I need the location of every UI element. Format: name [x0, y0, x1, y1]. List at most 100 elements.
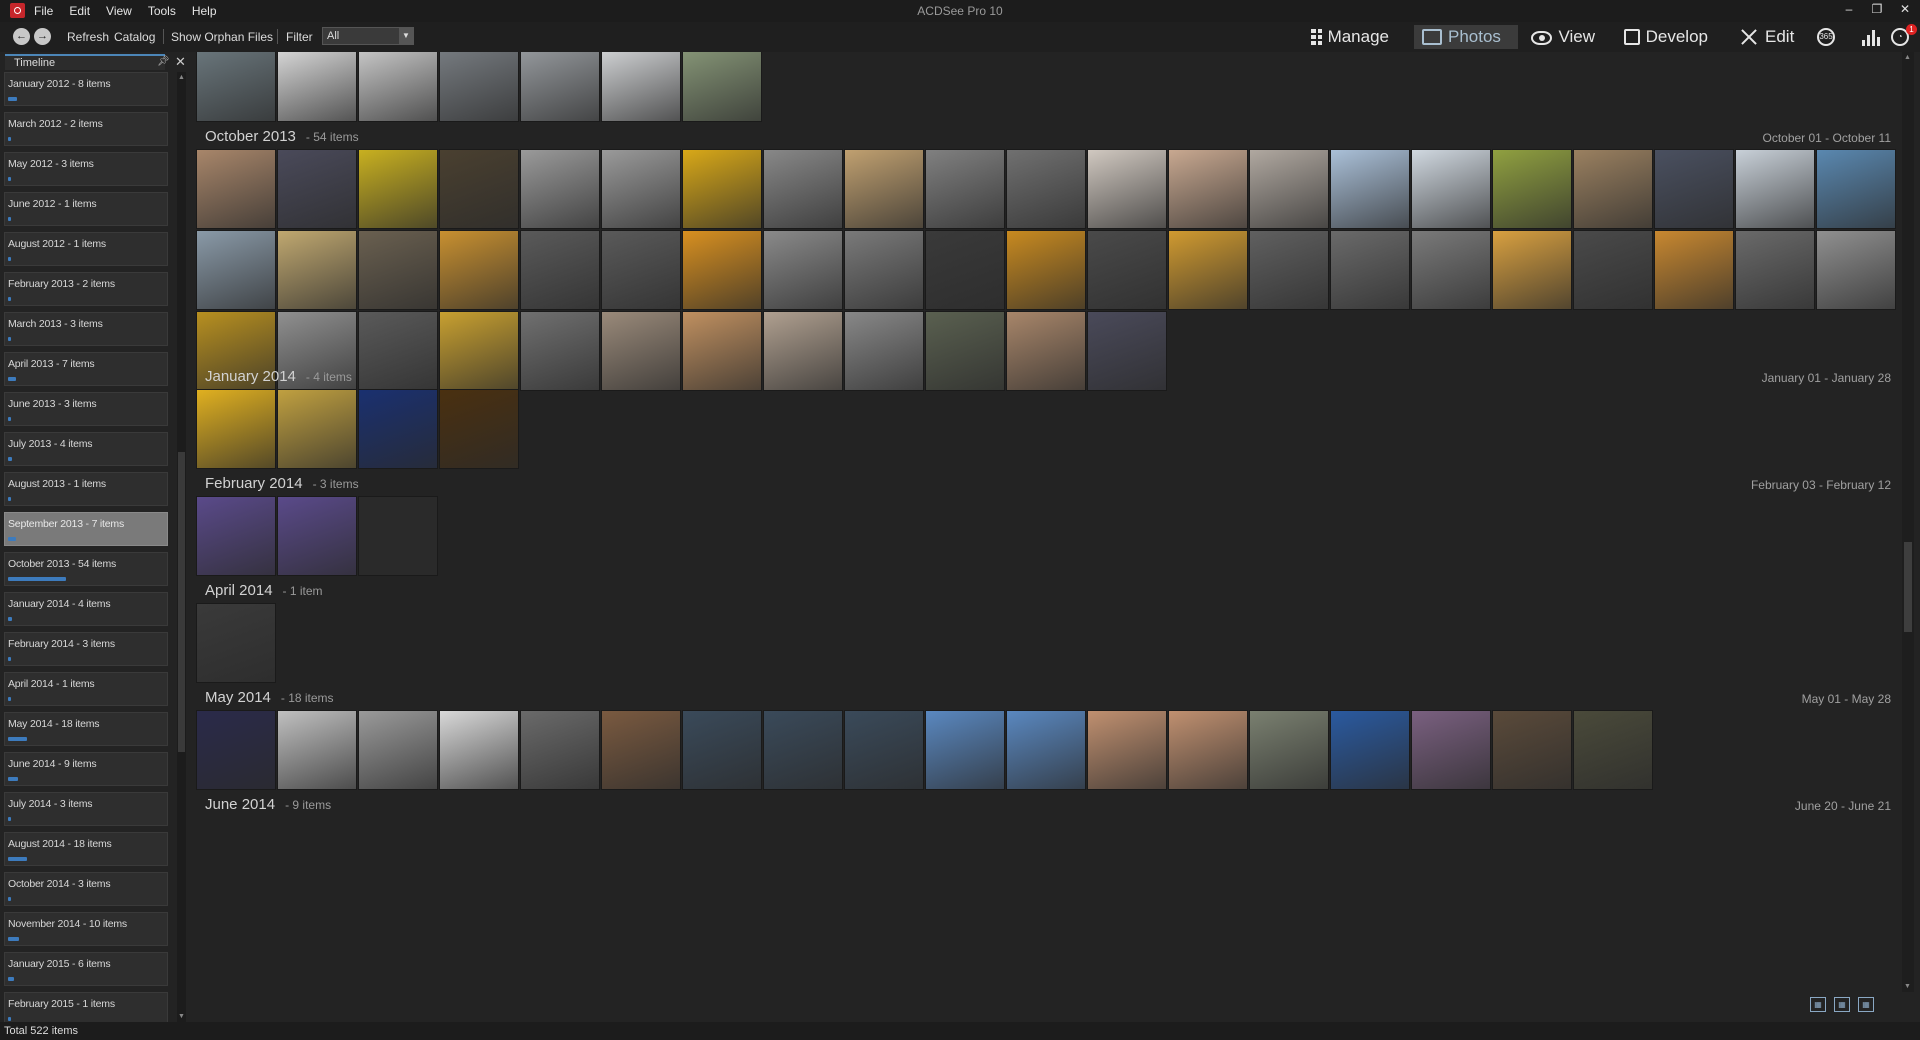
- photo-thumbnail[interactable]: [763, 311, 843, 391]
- group-header[interactable]: April 2014 - 1 item: [205, 582, 323, 599]
- timeline-item[interactable]: March 2013 - 3 items: [4, 312, 168, 346]
- show-orphan-files-button[interactable]: Show Orphan Files: [171, 30, 273, 44]
- group-header[interactable]: January 2014 - 4 items: [205, 368, 352, 385]
- back-arrow-icon[interactable]: ←: [13, 28, 30, 45]
- photo-thumbnail[interactable]: [763, 230, 843, 310]
- photo-thumbnail[interactable]: [196, 710, 276, 790]
- photo-thumbnail[interactable]: [1573, 710, 1653, 790]
- photo-thumbnail[interactable]: [1816, 149, 1896, 229]
- timeline-item[interactable]: August 2013 - 1 items: [4, 472, 168, 506]
- photo-thumbnail[interactable]: [439, 230, 519, 310]
- group-header[interactable]: February 2014 - 3 items: [205, 475, 359, 492]
- timeline-item[interactable]: June 2013 - 3 items: [4, 392, 168, 426]
- photo-thumbnail[interactable]: [925, 230, 1005, 310]
- photo-thumbnail[interactable]: [520, 52, 600, 122]
- photo-thumbnail[interactable]: [439, 311, 519, 391]
- photo-thumbnail[interactable]: [682, 52, 762, 122]
- timeline-item[interactable]: October 2014 - 3 items: [4, 872, 168, 906]
- photo-thumbnail[interactable]: [1087, 149, 1167, 229]
- photo-thumbnail[interactable]: [1168, 230, 1248, 310]
- photo-thumbnail[interactable]: [520, 311, 600, 391]
- photo-thumbnail[interactable]: [1411, 710, 1491, 790]
- photo-thumbnail[interactable]: [520, 230, 600, 310]
- photo-thumbnail[interactable]: [196, 496, 276, 576]
- photo-thumbnail[interactable]: [1654, 149, 1734, 229]
- timeline-item[interactable]: June 2012 - 1 items: [4, 192, 168, 226]
- photo-thumbnail[interactable]: [277, 149, 357, 229]
- timeline-item[interactable]: January 2012 - 8 items: [4, 72, 168, 106]
- photo-thumbnail[interactable]: [844, 149, 924, 229]
- photo-thumbnail[interactable]: [439, 389, 519, 469]
- photo-thumbnail[interactable]: [601, 52, 681, 122]
- photo-thumbnail[interactable]: [682, 710, 762, 790]
- scroll-up-icon[interactable]: ▲: [1903, 54, 1912, 61]
- photo-thumbnail[interactable]: [844, 710, 924, 790]
- 365-icon[interactable]: 365: [1817, 28, 1835, 46]
- year-view-icon[interactable]: ▦: [1810, 997, 1826, 1012]
- photo-thumbnail[interactable]: [1006, 149, 1086, 229]
- timeline-item[interactable]: July 2014 - 3 items: [4, 792, 168, 826]
- photo-thumbnail[interactable]: [1168, 710, 1248, 790]
- group-header[interactable]: June 2014 - 9 items: [205, 796, 331, 813]
- photo-thumbnail[interactable]: [1816, 230, 1896, 310]
- photo-thumbnail[interactable]: [439, 710, 519, 790]
- photo-thumbnail[interactable]: [196, 52, 276, 122]
- photo-thumbnail[interactable]: [682, 149, 762, 229]
- timeline-item[interactable]: January 2015 - 6 items: [4, 952, 168, 986]
- photo-thumbnail[interactable]: [1087, 230, 1167, 310]
- photo-thumbnail[interactable]: [439, 149, 519, 229]
- scroll-down-icon[interactable]: ▼: [1903, 983, 1912, 990]
- photo-thumbnail[interactable]: [1249, 149, 1329, 229]
- timeline-item[interactable]: November 2014 - 10 items: [4, 912, 168, 946]
- month-view-icon[interactable]: ▦: [1834, 997, 1850, 1012]
- photo-thumbnail[interactable]: [277, 710, 357, 790]
- photo-thumbnail[interactable]: [520, 149, 600, 229]
- timeline-item[interactable]: February 2013 - 2 items: [4, 272, 168, 306]
- photo-thumbnail[interactable]: [196, 149, 276, 229]
- photo-thumbnail[interactable]: [1168, 149, 1248, 229]
- photo-thumbnail[interactable]: [277, 52, 357, 122]
- scroll-up-icon[interactable]: ▲: [177, 74, 186, 81]
- photo-thumbnail[interactable]: [1492, 149, 1572, 229]
- photo-thumbnail[interactable]: [1654, 230, 1734, 310]
- stats-chart-icon[interactable]: [1862, 28, 1882, 46]
- photo-thumbnail[interactable]: [1330, 230, 1410, 310]
- photo-thumbnail[interactable]: [925, 149, 1005, 229]
- mode-manage[interactable]: Manage: [1303, 25, 1397, 49]
- timeline-item[interactable]: February 2014 - 3 items: [4, 632, 168, 666]
- timeline-item[interactable]: September 2013 - 7 items: [4, 512, 168, 546]
- photo-thumbnail[interactable]: [196, 603, 276, 683]
- close-panel-icon[interactable]: ✕: [175, 54, 186, 70]
- photo-thumbnail[interactable]: [1006, 710, 1086, 790]
- photo-thumbnail[interactable]: [1006, 230, 1086, 310]
- photo-thumbnail[interactable]: [520, 710, 600, 790]
- forward-arrow-icon[interactable]: →: [34, 28, 51, 45]
- group-header[interactable]: October 2013 - 54 items: [205, 128, 359, 145]
- photo-thumbnail[interactable]: [358, 52, 438, 122]
- photo-thumbnail[interactable]: [844, 230, 924, 310]
- photo-thumbnail[interactable]: [1573, 230, 1653, 310]
- photo-thumbnail[interactable]: [1006, 311, 1086, 391]
- photo-thumbnail[interactable]: [358, 149, 438, 229]
- timeline-item[interactable]: May 2012 - 3 items: [4, 152, 168, 186]
- mode-photos[interactable]: Photos: [1414, 25, 1518, 49]
- photo-thumbnail[interactable]: [1492, 710, 1572, 790]
- refresh-button[interactable]: Refresh: [67, 30, 109, 44]
- timeline-item[interactable]: August 2012 - 1 items: [4, 232, 168, 266]
- catalog-button[interactable]: Catalog: [114, 30, 155, 44]
- photo-thumbnail[interactable]: [1573, 149, 1653, 229]
- filter-dropdown[interactable]: All ▼: [322, 27, 414, 45]
- pin-icon[interactable]: 📌︎: [157, 56, 170, 67]
- timeline-item[interactable]: April 2013 - 7 items: [4, 352, 168, 386]
- timeline-item[interactable]: October 2013 - 54 items: [4, 552, 168, 586]
- photo-thumbnail[interactable]: [925, 710, 1005, 790]
- main-scroll-thumb[interactable]: [1904, 542, 1912, 632]
- timeline-item[interactable]: January 2014 - 4 items: [4, 592, 168, 626]
- photo-thumbnail[interactable]: [763, 149, 843, 229]
- photo-thumbnail[interactable]: [1249, 230, 1329, 310]
- photo-thumbnail[interactable]: [682, 311, 762, 391]
- photo-thumbnail[interactable]: [196, 389, 276, 469]
- group-header[interactable]: May 2014 - 18 items: [205, 689, 334, 706]
- photo-thumbnail[interactable]: [763, 710, 843, 790]
- photo-thumbnail[interactable]: [1735, 149, 1815, 229]
